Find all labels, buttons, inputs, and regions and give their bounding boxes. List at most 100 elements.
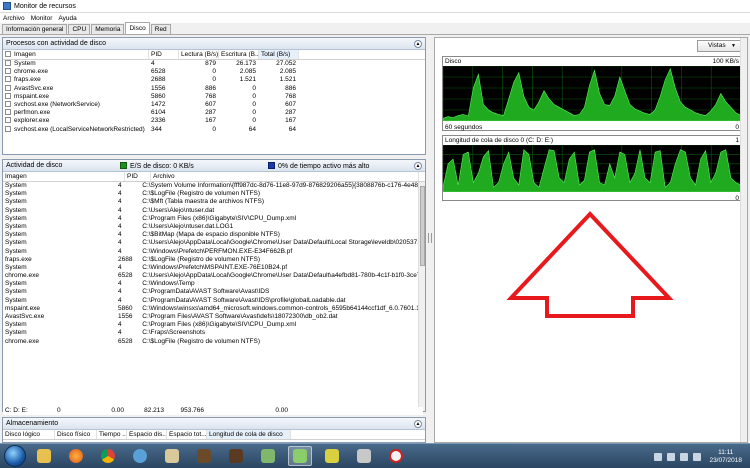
activity-row[interactable]: System 4 C:\Users\Alejo\AppData\Local\Goog… <box>3 239 418 247</box>
activity-row[interactable]: chrome.exe 6528 C:\Users\Alejo\AppData\Loc… <box>3 272 418 280</box>
col-act-pid[interactable]: PID <box>125 172 151 181</box>
disk-graph-footer: 60 segundos 0 <box>443 123 741 132</box>
activity-row[interactable]: System 4 C:\ProgramData\AVAST Software\Ava… <box>3 288 418 296</box>
activity-vscrollbar[interactable] <box>418 182 425 411</box>
activity-row[interactable]: System 4 C:\Windows\Prefetch\PERFMON.EXE-E… <box>3 248 418 256</box>
activity-row[interactable]: System 4 C:\Fraps\Screenshots <box>3 329 418 337</box>
queue-graph-header: Longitud de cola de disco 0 (C: D: E:) 1 <box>443 136 741 145</box>
storage-header[interactable]: Almacenamiento ▲ <box>3 418 425 430</box>
speaker-icon[interactable] <box>680 452 689 461</box>
col-act-archivo[interactable]: Archivo <box>151 172 419 181</box>
process-checkbox[interactable] <box>5 125 11 132</box>
process-row[interactable]: mspaint.exe 5860 768 0 768 <box>3 92 425 101</box>
activity-row[interactable]: System 4 C:\Users\Alejo\ntuser.dat <box>3 207 418 215</box>
col-free-space[interactable]: Espacio dis... <box>127 430 167 439</box>
col-physical-disk[interactable]: Disco físico <box>55 430 97 439</box>
taskbar-minecraft[interactable] <box>192 446 216 466</box>
activity-row[interactable]: System 4 C:\Windows\Prefetch\MSPAINT.EXE-7… <box>3 264 418 272</box>
taskbar-paint[interactable] <box>256 446 280 466</box>
tab-general[interactable]: Información general <box>2 24 68 34</box>
process-row[interactable]: AvastSvc.exe 1556 886 0 886 <box>3 84 425 93</box>
col-imagen[interactable]: Imagen <box>3 50 149 59</box>
menu-archivo[interactable]: Archivo <box>3 15 25 22</box>
tab-disco[interactable]: Disco <box>125 22 150 34</box>
graphs-vscrollbar[interactable] <box>740 38 747 442</box>
taskbar-fraps[interactable] <box>320 446 344 466</box>
select-all-checkbox[interactable] <box>5 51 11 57</box>
col-escritura[interactable]: Escritura (B... <box>219 50 259 59</box>
process-checkbox[interactable] <box>5 84 11 91</box>
menu-monitor[interactable]: Monitor <box>31 15 53 22</box>
process-checkbox[interactable] <box>5 109 11 116</box>
tab-memoria[interactable]: Memoria <box>91 24 125 34</box>
menu-ayuda[interactable]: Ayuda <box>58 15 76 22</box>
col-time[interactable]: Tiempo ... <box>97 430 127 439</box>
processes-header[interactable]: Procesos con actividad de disco ▲ <box>3 38 425 50</box>
activity-row[interactable]: System 4 C:\$BitMap (Mapa de espacio dispo… <box>3 231 418 239</box>
collapse-processes-icon[interactable]: ▲ <box>414 40 422 48</box>
process-checkbox[interactable] <box>5 76 11 83</box>
activity-row[interactable]: System 4 C:\Program Files (x86)\Gigabyte\S… <box>3 215 418 223</box>
collapse-activity-icon[interactable]: ▲ <box>414 162 422 170</box>
resmon-icon <box>293 449 307 463</box>
panel-splitter[interactable] <box>427 37 433 443</box>
activity-row[interactable]: System 4 C:\Windows\Temp <box>3 280 418 288</box>
taskbar-mail[interactable] <box>352 446 376 466</box>
activity-row[interactable]: fraps.exe 2688 C:\$LogFile (Registro de vo… <box>3 256 418 264</box>
folder2-icon <box>165 449 179 463</box>
start-button[interactable] <box>4 445 26 467</box>
activity-vscroll-thumb[interactable] <box>420 186 425 266</box>
process-checkbox[interactable] <box>5 60 11 66</box>
process-row[interactable]: explorer.exe 2336 167 0 167 <box>3 117 425 125</box>
process-checkbox[interactable] <box>5 68 11 75</box>
col-total[interactable]: Total (B/s) <box>259 50 299 59</box>
network-icon[interactable] <box>667 452 676 461</box>
activity-row[interactable]: System 4 C:\ProgramData\AVAST Software\Ava… <box>3 297 418 305</box>
process-row[interactable]: System 4 879 26.173 27.052 <box>3 60 425 68</box>
taskbar-folder[interactable] <box>160 446 184 466</box>
process-row[interactable]: fraps.exe 2688 0 1.521 1.521 <box>3 76 425 84</box>
activity-row[interactable]: AvastSvc.exe 1556 C:\Program Files\AVAST S… <box>3 313 418 321</box>
io-legend: E/S de disco: 0 KB/s <box>120 161 268 170</box>
activity-row[interactable]: chrome.exe 6528 C:\$LogFile (Registro de v… <box>3 338 418 346</box>
collapse-storage-icon[interactable]: ▲ <box>414 420 422 428</box>
taskbar-perfmon[interactable] <box>128 446 152 466</box>
taskbar-explorer[interactable] <box>32 446 56 466</box>
tab-red[interactable]: Red <box>150 24 171 34</box>
graphs-panel: Vistas ▼ Disco 100 KB/s 60 segundos 0 Lon… <box>434 37 748 443</box>
process-checkbox[interactable] <box>5 92 11 99</box>
splitter-grip[interactable] <box>428 233 432 243</box>
activity-row[interactable]: System 4 C:\Program Files (x86)\Gigabyte\S… <box>3 321 418 329</box>
activity-row[interactable]: System 4 C:\System Volume Information\{fff… <box>3 182 418 190</box>
taskbar-resmon[interactable] <box>288 446 312 466</box>
process-checkbox[interactable] <box>5 117 11 124</box>
activity-row[interactable]: mspaint.exe 5860 C:\Windows\winsxs\amd64_m… <box>3 305 418 313</box>
flag-icon[interactable] <box>693 452 702 461</box>
chevron-down-icon: ▼ <box>731 43 736 49</box>
process-row[interactable]: svchost.exe (LocalServiceNetworkRestrict… <box>3 125 425 134</box>
process-row[interactable]: chrome.exe 6528 0 2.085 2.085 <box>3 68 425 76</box>
process-checkbox[interactable] <box>5 100 11 107</box>
activity-row[interactable]: System 4 C:\$Mft (Tabla maestra de archivo… <box>3 198 418 206</box>
col-pid[interactable]: PID <box>149 50 179 59</box>
language-icon[interactable] <box>654 452 663 461</box>
taskbar-opera[interactable] <box>384 446 408 466</box>
activity-row[interactable]: System 4 C:\$LogFile (Registro de volumen … <box>3 190 418 198</box>
activity-header[interactable]: Actividad de disco E/S de disco: 0 KB/s … <box>3 160 425 172</box>
tab-cpu[interactable]: CPU <box>68 24 91 34</box>
taskbar-firefox[interactable] <box>64 446 88 466</box>
col-logical-disk[interactable]: Disco lógico <box>3 430 55 439</box>
taskbar-minecraft2[interactable] <box>224 446 248 466</box>
col-queue-length[interactable]: Longitud de cola de disco <box>207 430 291 439</box>
views-dropdown[interactable]: Vistas ▼ <box>697 40 741 52</box>
process-row[interactable]: perfmon.exe 6104 287 0 287 <box>3 109 425 117</box>
col-act-imagen[interactable]: Imagen <box>3 172 125 181</box>
activity-row[interactable]: System 4 C:\Users\Alejo\ntuser.dat.LOG1 <box>3 223 418 231</box>
taskbar-chrome[interactable] <box>96 446 120 466</box>
process-row[interactable]: svchost.exe (NetworkService) 1472 607 0 607 <box>3 100 425 109</box>
col-total-space[interactable]: Espacio tot... <box>167 430 207 439</box>
clock[interactable]: 11:11 23/07/2018 <box>709 449 742 465</box>
disk-graph-min: 0 <box>735 124 739 131</box>
col-lectura[interactable]: Lectura (B/s) <box>179 50 219 59</box>
storage-row[interactable]: C: D: E: 0 0.00 82.213 953.766 0.00 <box>3 407 423 416</box>
